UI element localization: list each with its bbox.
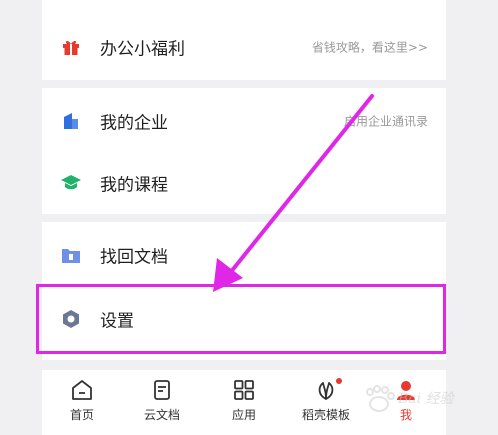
paw-logo-icon <box>366 385 395 412</box>
tab-home-label: 首页 <box>69 408 94 422</box>
tab-cloud-docs[interactable]: 云文档 <box>122 370 202 435</box>
tab-cloud-docs-label: 云文档 <box>143 408 180 422</box>
watermark-logo: Bai 经验 <box>362 384 482 418</box>
tab-templates-label: 稻壳模板 <box>301 408 350 422</box>
templates-badge-dot <box>336 378 342 384</box>
tab-apps-label: 应用 <box>231 408 256 422</box>
tab-templates[interactable]: 稻壳模板 <box>286 370 366 435</box>
watermark-text: Bai 经验 <box>398 391 454 407</box>
document-icon <box>154 380 170 400</box>
tab-apps[interactable]: 应用 <box>204 370 284 435</box>
apps-grid-icon <box>234 380 254 400</box>
tab-home[interactable]: 首页 <box>42 370 122 435</box>
home-icon <box>72 380 92 400</box>
leaf-template-icon <box>318 382 334 400</box>
